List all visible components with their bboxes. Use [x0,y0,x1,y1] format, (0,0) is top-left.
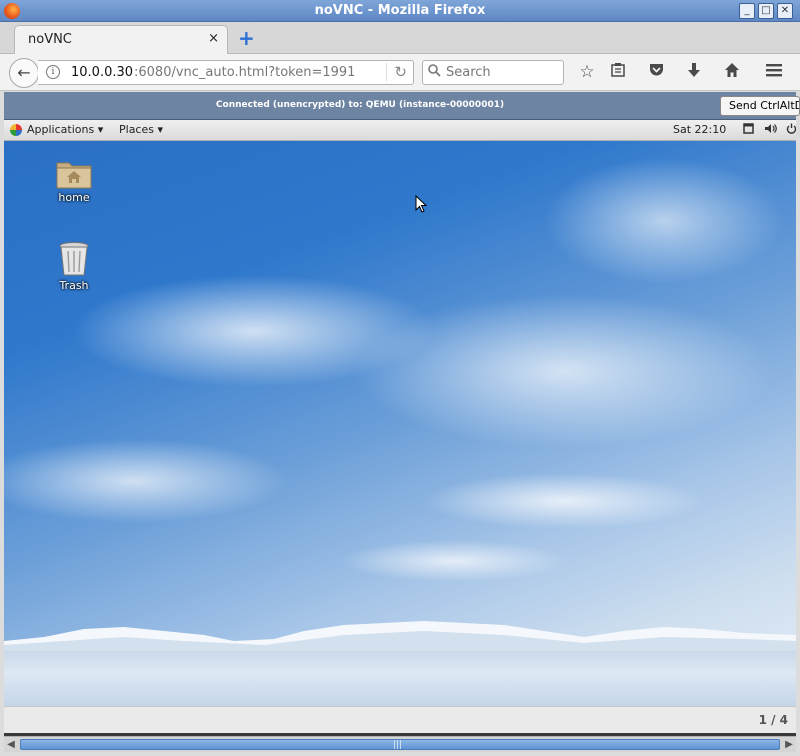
power-icon[interactable] [786,123,796,137]
minimize-button[interactable]: _ [739,3,755,19]
reload-button[interactable]: ↻ [386,63,407,81]
search-placeholder: Search [446,65,491,80]
mouse-pointer-icon [415,194,428,217]
connection-status: Connected (unencrypted) to: QEMU (instan… [215,100,505,110]
novnc-status-bar: Connected (unencrypted) to: QEMU (instan… [4,92,800,120]
window-switcher-icon[interactable] [743,123,754,137]
maximize-button[interactable]: □ [758,3,774,19]
back-button[interactable]: ← [9,58,39,88]
horizontal-scrollbar[interactable]: ◀ ||| ▶ [4,736,796,752]
scrollbar-grip-icon: ||| [393,740,403,750]
window-title: noVNC - Mozilla Firefox [314,3,486,18]
url-host: 10.0.0.30 [71,65,134,80]
workspace-pager[interactable]: 1 / 4 [759,713,788,727]
panel-clock[interactable]: Sat 22:10 [673,123,726,136]
desktop-icon-home[interactable]: home [44,159,104,204]
desktop-wallpaper[interactable]: home Trash [4,141,796,706]
tab-title: noVNC [28,32,72,47]
tab-close-icon[interactable]: × [208,31,219,46]
volume-icon[interactable] [764,123,777,137]
window-titlebar: noVNC - Mozilla Firefox _ □ ✕ [0,0,800,22]
gnome-top-panel: Applications ▾ Places ▾ Sat 22:10 [4,120,796,141]
reading-list-icon[interactable] [608,62,628,82]
url-bar[interactable]: i 10.0.0.30 :6080/vnc_auto.html?token=19… [38,60,414,85]
site-info-icon[interactable]: i [46,65,60,79]
remote-desktop-canvas[interactable]: Applications ▾ Places ▾ Sat 22:10 home T… [4,120,796,706]
wallpaper-mountains [4,621,796,651]
home-icon-label: home [58,191,90,204]
places-menu[interactable]: Places ▾ [119,123,163,136]
send-ctrl-alt-del-button[interactable]: Send CtrlAltDel [720,96,800,116]
scroll-left-arrow-icon[interactable]: ◀ [4,737,18,752]
navigation-toolbar: ← i 10.0.0.30 :6080/vnc_auto.html?token=… [0,54,800,91]
applications-menu[interactable]: Applications ▾ [27,123,103,136]
scrollbar-thumb[interactable]: ||| [20,739,780,750]
trash-icon-label: Trash [59,279,89,292]
download-icon[interactable] [684,62,704,82]
gnome-foot-icon [10,124,22,136]
guest-bottom-panel: 1 / 4 [4,706,796,733]
new-tab-button[interactable]: + [238,28,256,48]
search-input[interactable]: Search [422,60,564,85]
scroll-right-arrow-icon[interactable]: ▶ [782,737,796,752]
desktop-icon-trash[interactable]: Trash [44,241,104,292]
trash-can-icon [59,241,89,277]
wallpaper-lake [4,651,796,706]
tab-novnc[interactable]: noVNC × [14,25,228,54]
search-icon [428,64,441,81]
pocket-icon[interactable] [646,62,666,82]
bookmark-star-icon[interactable]: ☆ [577,62,597,82]
hamburger-menu-icon[interactable] [764,62,784,82]
close-window-button[interactable]: ✕ [777,3,793,19]
url-path: :6080/vnc_auto.html?token=19916 [134,65,356,80]
home-icon[interactable] [722,62,742,82]
tab-bar: noVNC × + [0,22,800,54]
home-folder-icon [56,159,92,189]
